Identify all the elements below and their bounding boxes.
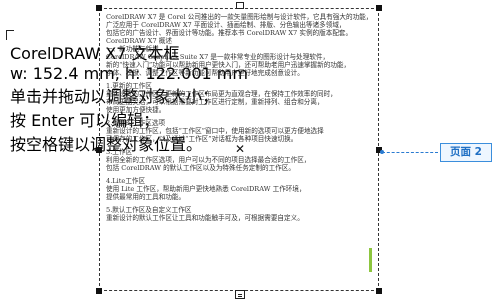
text-heading: 1.更新的工作区: [106, 82, 152, 90]
page-label[interactable]: 页面 2: [440, 143, 492, 162]
text-line: 重新设计的工作区，更新的工作区布局更为直观合理，在保持工作效率的同时，: [106, 90, 337, 98]
text-line: CorelDRAW Graphics Suite X7 是一款非常专业的图形设计…: [106, 53, 330, 61]
tooltip-line: CorelDRAW X7 文本框: [10, 44, 180, 63]
text-line: 新的“快速入门”功能可以帮助新用户更快入门，还可帮助老用户迅速掌握新的功能，: [106, 61, 351, 69]
size-tooltip: CorelDRAW X7 文本框 w: 152.4 mm, h: 122.001…: [10, 40, 248, 155]
text-line: 字体、模板、调整工作区等新功能可帮助用户更好地完成创意设计。: [106, 69, 304, 77]
text-line: 广泛应用于 CorelDRAW X7 平面设计、插画绘制、排版、分色输出等诸多领…: [106, 21, 346, 29]
page-link-connector: [382, 152, 438, 153]
text-line: CorelDRAW X7 是 Corel 公司推出的一款矢量图形绘制与设计软件，…: [106, 13, 373, 21]
text-heading: 5.默认工作区及自定义工作区: [106, 206, 192, 214]
text-heading: 2.更新的工作区选项: [106, 119, 166, 127]
text-line: 使用更加方便快捷。: [106, 106, 166, 114]
drawing-canvas[interactable]: CorelDRAW X7 文本框 w: 152.4 mm, h: 122.001…: [0, 0, 500, 305]
corner-cursor-icon: [6, 30, 14, 40]
text-line: 包括 CorelDRAW 的默认工作区以及为特殊任务定制的工作区。: [106, 164, 295, 172]
resize-handle-bottom-right[interactable]: [376, 288, 382, 294]
text-line: CorelDRAW X7 概述: [106, 37, 172, 45]
tooltip-line: 按 Enter 可以编辑；: [10, 111, 160, 130]
resize-handle-top-left[interactable]: [96, 5, 102, 11]
text-line: 利用全新的工作区选项，用户可以为不同的项目选择最合适的工作区，: [106, 156, 311, 164]
text-line: 提供最常用的工具和功能。: [106, 193, 186, 201]
tooltip-line: 按空格键以调整对象位置。: [10, 135, 203, 154]
x-center-icon[interactable]: ✕: [234, 143, 246, 155]
text-line: 布局更加灵活，可以根据需要对工作区进行定制，重新排列、组合和分离，: [106, 98, 324, 106]
text-flow-tab-icon[interactable]: [235, 290, 245, 299]
text-line: 包括它的广告设计、界面设计等功能。推荐本书 CorelDRAW X7 实例的版本…: [106, 29, 353, 37]
top-text-tab-handle[interactable]: [236, 2, 244, 9]
text-line: 重新设计的默认工作区让工具和功能触手可及，可根据需要自定义。: [106, 214, 304, 222]
tooltip-line: 单击并拖动以调整对象大小；: [10, 87, 219, 106]
text-line: 使用 Lite 工作区，帮助新用户更快地熟悉 CorelDRAW 工作环境，: [106, 185, 306, 193]
text-heading: 4.Lite工作区: [106, 177, 146, 185]
tooltip-line: w: 152.4 mm, h: 122.001 mm: [10, 64, 248, 83]
resize-handle-top-right[interactable]: [376, 5, 382, 11]
text-line: 一、新功能与新增: [106, 45, 159, 53]
resize-handle-middle-left[interactable]: [96, 147, 102, 153]
resize-handle-bottom-left[interactable]: [96, 288, 102, 294]
text-line: 重新设计的工作区，包括“工作区”窗口中，使用新的选项可以更方便地选择: [106, 127, 324, 135]
overflow-marker: [369, 248, 372, 272]
